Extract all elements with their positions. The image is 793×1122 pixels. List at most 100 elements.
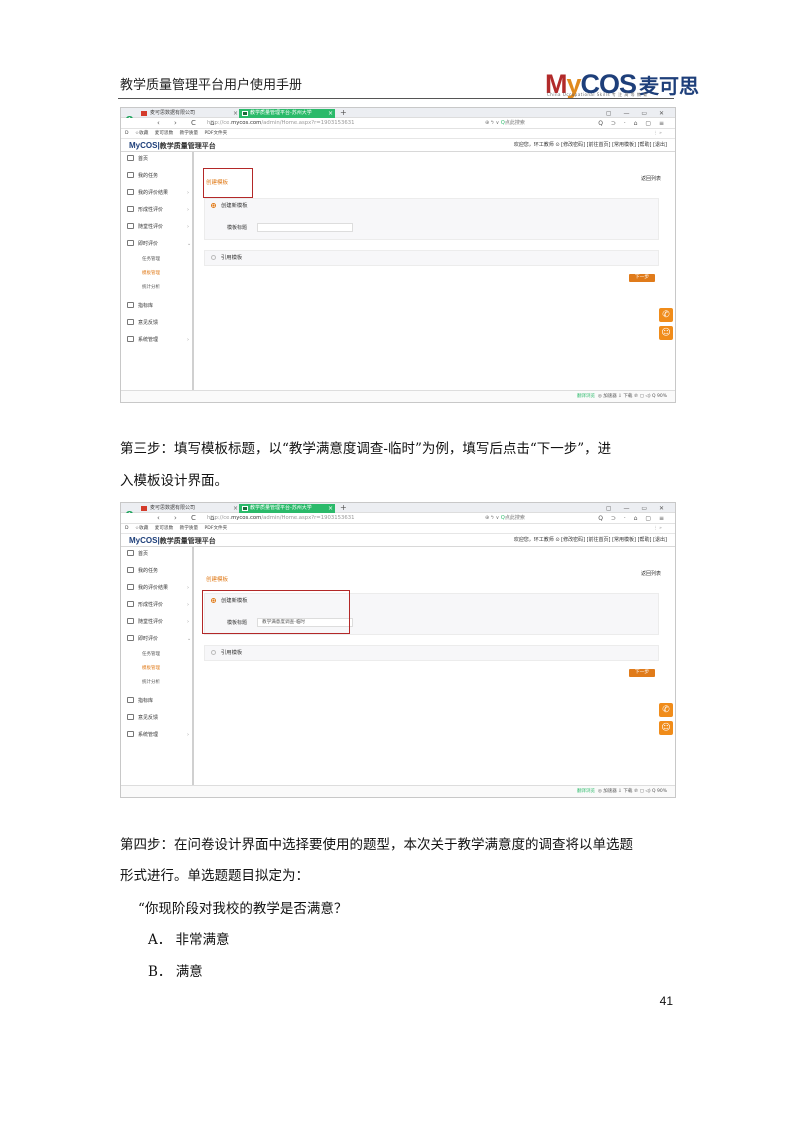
- option-a: A． 非常满意: [148, 932, 230, 948]
- radio-label: 引用模板: [221, 650, 243, 656]
- browser-tools[interactable]: Q ⊃ · ⌂ ▢ ≡: [598, 119, 667, 128]
- user-bar[interactable]: 欢迎您，环工教师 ⊙ [修改密码] [前往首页] [常用模板] [帮助] [退出…: [514, 537, 667, 544]
- bookmark-item[interactable]: ☆收藏: [135, 131, 148, 136]
- radio-unselected-icon: [211, 255, 216, 260]
- template-title-input[interactable]: [257, 223, 353, 232]
- close-tab-icon[interactable]: ×: [233, 504, 238, 513]
- new-tab-button[interactable]: +: [340, 503, 347, 513]
- status-bar-text: 翻译浏览 ◎ 加速器 ⇩ 下载 ℗ ▢ ◁) Q 90%: [577, 394, 667, 400]
- clock-icon: [127, 223, 134, 229]
- bookmark-item[interactable]: 教学质量: [180, 526, 198, 531]
- main-content: 创建模板 返回列表 创建新模板 模板标题 教学满意度调查-临时 引用模板 下一步…: [196, 547, 675, 785]
- sidebar-item-results[interactable]: 我的评价结果 ›: [127, 584, 189, 592]
- browser-tab-mycos[interactable]: 麦可思数据有限公司: [139, 109, 239, 118]
- sidebar-item-inclass[interactable]: 随堂性评价 ›: [127, 618, 189, 626]
- bookmark-item[interactable]: 教学质量: [180, 131, 198, 136]
- radio-create-new[interactable]: 创建新模板: [211, 202, 248, 210]
- bookmark-item[interactable]: PDF文件夹: [205, 131, 228, 136]
- search-box[interactable]: ⊕ ϟ ∨ Q点此搜索: [485, 120, 525, 127]
- url-domain: mycos.com: [231, 515, 262, 521]
- sidebar-item-instant[interactable]: 即时评价 ⌄: [127, 240, 191, 248]
- sidebar-label: 系统管理: [138, 732, 159, 738]
- radio-reference[interactable]: 引用模板: [211, 254, 242, 262]
- back-to-list-link[interactable]: 返回列表: [641, 175, 661, 183]
- document-header-title: 教学质量管理平台用户使用手册: [120, 78, 303, 93]
- status-tools[interactable]: ◎ 加速器 ⇩ 下载 ℗ ▢ ◁) Q 90%: [598, 394, 667, 399]
- template-title-label: 模板标题: [227, 225, 248, 231]
- sidebar-item-tasks[interactable]: 我的任务: [127, 172, 158, 180]
- url-input[interactable]: http://ce.mycos.com/admin/Home.aspx?r=19…: [207, 120, 485, 127]
- browser-tab-platform[interactable]: 教学质量管理平台-苏州大学: [239, 109, 335, 118]
- next-step-button[interactable]: 下一步: [629, 274, 655, 282]
- bookmarks-more[interactable]: ⋮ »: [653, 129, 662, 139]
- sidebar-subitem-stats[interactable]: 统计分析: [142, 284, 160, 292]
- sidebar-item-home[interactable]: 首页: [127, 155, 148, 163]
- search-prefix-icons: ⊕ ϟ ∨: [485, 515, 500, 521]
- sidebar-item-indicators[interactable]: 指标库: [127, 697, 153, 705]
- window-controls[interactable]: ▢ — ▭ ✕: [606, 504, 669, 513]
- browser-tab-mycos[interactable]: 麦可思数据有限公司: [139, 504, 239, 513]
- sidebar-item-tasks[interactable]: 我的任务: [127, 567, 158, 575]
- user-bar[interactable]: 欢迎您，环工教师 ⊙ [修改密码] [前往首页] [常用模板] [帮助] [退出…: [514, 142, 667, 149]
- page-title: 创建模板: [206, 577, 229, 583]
- sidebar-subitem-stats[interactable]: 统计分析: [142, 679, 160, 687]
- url-prefix: http://ce.: [207, 515, 232, 521]
- window-controls[interactable]: ▢ — ▭ ✕: [606, 109, 669, 118]
- qq-icon[interactable]: ☺: [659, 721, 673, 735]
- search-placeholder: 点此搜索: [504, 515, 525, 521]
- bookmark-item[interactable]: ☆收藏: [135, 526, 148, 531]
- sidebar-item-formative[interactable]: 形成性评价 ›: [127, 601, 189, 609]
- sidebar-item-system[interactable]: 系统管理 ›: [127, 731, 189, 739]
- phone-icon[interactable]: ✆: [659, 703, 673, 717]
- chevron-right-icon: ›: [187, 207, 189, 213]
- search-box[interactable]: ⊕ ϟ ∨ Q点此搜索: [485, 515, 525, 522]
- bookmark-item[interactable]: PDF文件夹: [205, 526, 228, 531]
- translate-pill[interactable]: 翻译浏览: [577, 789, 595, 794]
- sidebar-item-inclass[interactable]: 随堂性评价 ›: [127, 223, 189, 231]
- sidebar-label: 随堂性评价: [138, 619, 164, 625]
- close-tab-icon[interactable]: ×: [328, 109, 333, 118]
- document-icon: [127, 635, 134, 641]
- browser-tab-platform[interactable]: 教学质量管理平台-苏州大学: [239, 504, 335, 513]
- url-input[interactable]: http://ce.mycos.com/admin/Home.aspx?r=19…: [207, 515, 485, 522]
- sidebar-subitem-tasks[interactable]: 任务管理: [142, 256, 160, 264]
- sidebar-item-formative[interactable]: 形成性评价 ›: [127, 206, 189, 214]
- bookmark-item[interactable]: D: [125, 526, 129, 531]
- bookmarks-more[interactable]: ⋮ »: [653, 524, 662, 534]
- sidebar-item-system[interactable]: 系统管理 ›: [127, 336, 189, 344]
- translate-pill[interactable]: 翻译浏览: [577, 394, 595, 399]
- clock-icon: [127, 618, 134, 624]
- radio-reference[interactable]: 引用模板: [211, 649, 242, 657]
- status-bar-text: 翻译浏览 ◎ 加速器 ⇩ 下载 ℗ ▢ ◁) Q 90%: [577, 789, 667, 795]
- bookmark-item[interactable]: 麦可思数: [155, 526, 173, 531]
- url-prefix: http://ce.: [207, 120, 232, 126]
- qq-icon[interactable]: ☺: [659, 326, 673, 340]
- back-to-list-link[interactable]: 返回列表: [641, 570, 661, 578]
- close-tab-icon[interactable]: ×: [233, 109, 238, 118]
- mail-icon: [127, 319, 134, 325]
- sidebar-item-indicators[interactable]: 指标库: [127, 302, 153, 310]
- app-header: MyCOS|教学质量管理平台 欢迎您，环工教师 ⊙ [修改密码] [前往首页] …: [121, 139, 675, 152]
- sidebar-item-instant[interactable]: 即时评价 ⌄: [127, 635, 191, 643]
- bookmark-item[interactable]: 麦可思数: [155, 131, 173, 136]
- new-tab-button[interactable]: +: [340, 108, 347, 118]
- browser-tools[interactable]: Q ⊃ · ⌂ ▢ ≡: [598, 514, 667, 523]
- reference-template-panel: 引用模板: [204, 250, 659, 266]
- bookmark-item[interactable]: D: [125, 131, 129, 136]
- sidebar-item-feedback[interactable]: 意见反馈: [127, 319, 158, 327]
- close-tab-icon[interactable]: ×: [328, 504, 333, 513]
- sidebar-item-results[interactable]: 我的评价结果 ›: [127, 189, 189, 197]
- status-tools[interactable]: ◎ 加速器 ⇩ 下载 ℗ ▢ ◁) Q 90%: [598, 789, 667, 794]
- chevron-down-icon: ⌄: [187, 241, 192, 247]
- next-step-button[interactable]: 下一步: [629, 669, 655, 677]
- sidebar-item-home[interactable]: 首页: [127, 550, 148, 558]
- app-platform-name: 教学质量管理平台: [159, 143, 216, 150]
- step3-line2: 入模板设计界面。: [120, 473, 228, 489]
- browser-tab-bar: e 麦可思数据有限公司 × 教学质量管理平台-苏州大学 × + ▢ — ▭ ✕: [121, 503, 675, 524]
- logo-chinese: 麦可思: [639, 74, 700, 98]
- phone-icon[interactable]: ✆: [659, 308, 673, 322]
- sidebar-subitem-templates[interactable]: 模板管理: [142, 665, 160, 673]
- sidebar-subitem-tasks[interactable]: 任务管理: [142, 651, 160, 659]
- sidebar-item-feedback[interactable]: 意见反馈: [127, 714, 158, 722]
- sidebar-subitem-templates[interactable]: 模板管理: [142, 270, 160, 278]
